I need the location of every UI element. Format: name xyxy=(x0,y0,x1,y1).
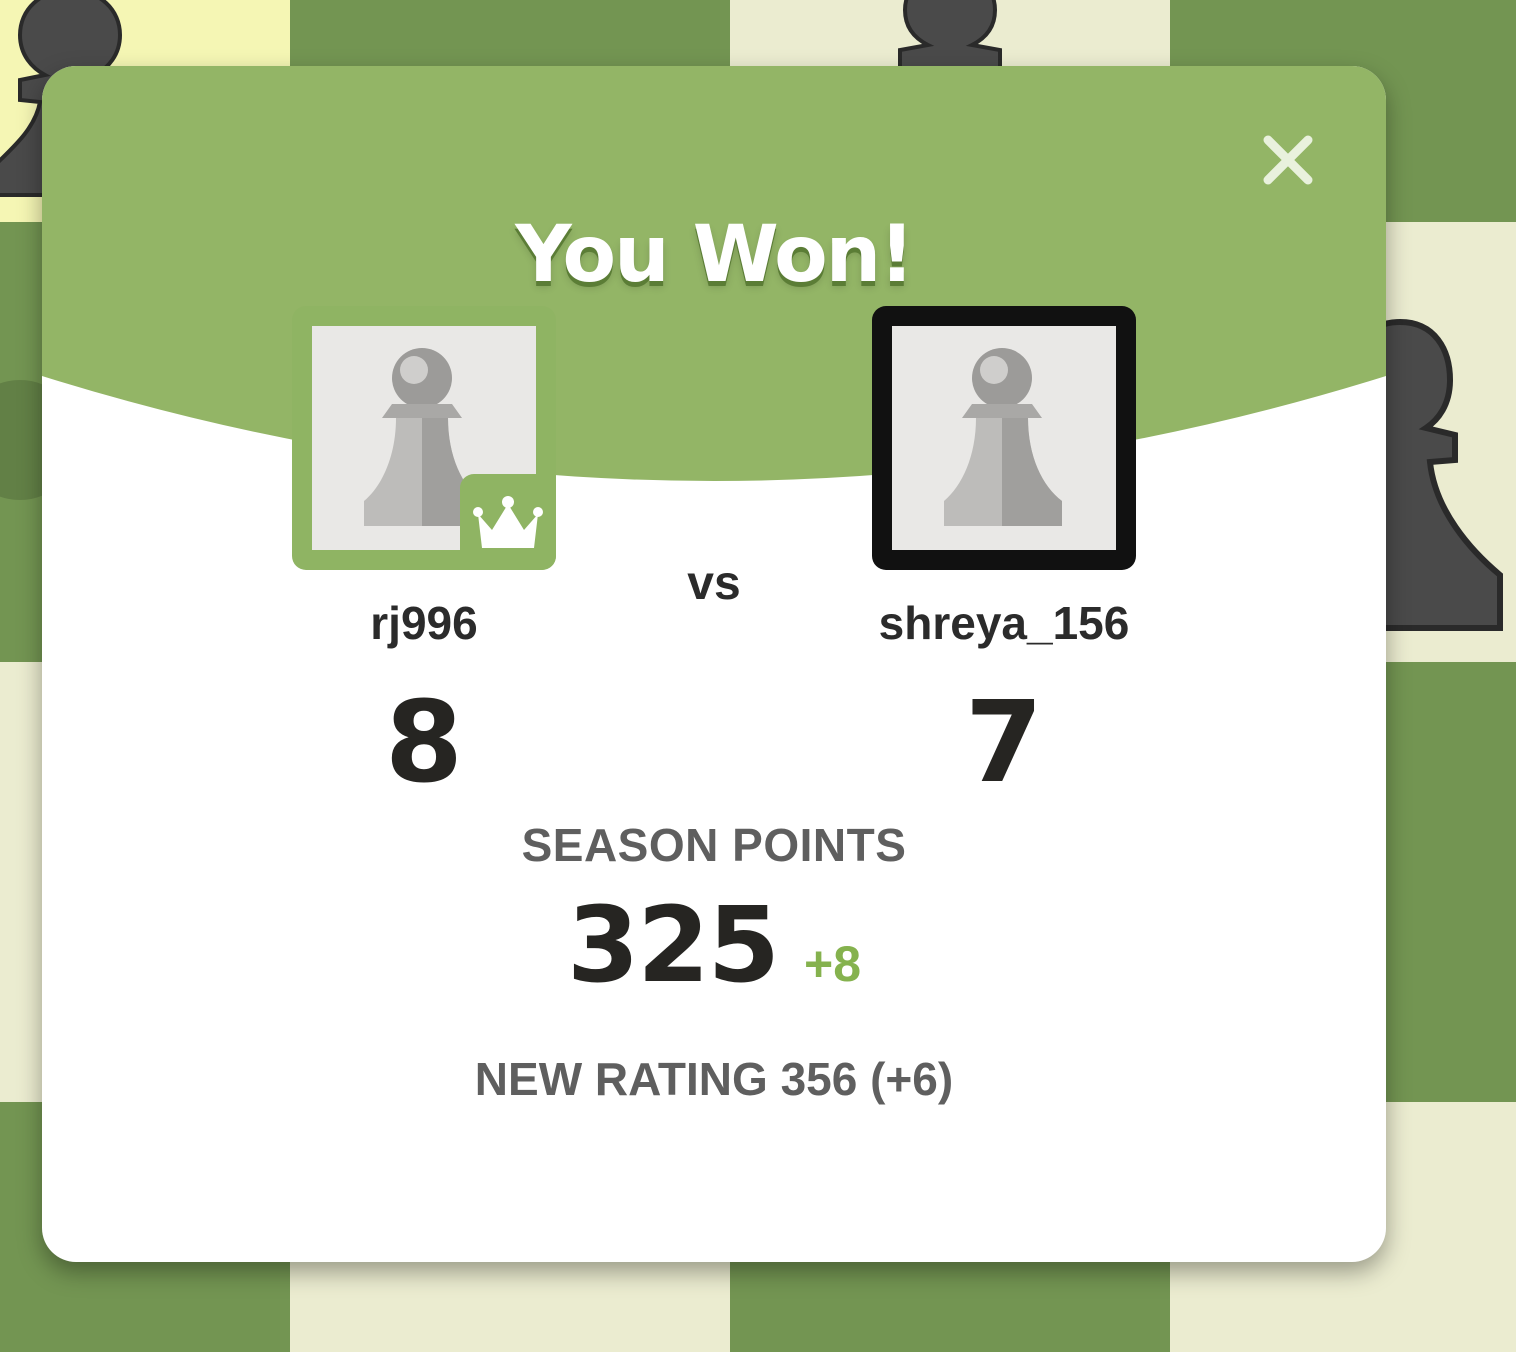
winner-score: 8 xyxy=(385,678,463,808)
season-points-row: 325 +8 xyxy=(42,884,1386,1006)
avatar-image xyxy=(892,326,1116,550)
game-result-dialog: You Won! vs rj996 shreya_156 8 7 SEASON … xyxy=(42,66,1386,1262)
new-rating-text: NEW RATING 356 (+6) xyxy=(474,1053,954,1105)
winner-badge xyxy=(460,474,556,570)
season-points-value: 325 xyxy=(566,884,780,1006)
close-button[interactable] xyxy=(1256,128,1320,192)
crown-icon xyxy=(473,496,543,548)
season-points-delta: +8 xyxy=(804,936,862,992)
opponent-username[interactable]: shreya_156 xyxy=(804,596,1204,650)
pawn-avatar-icon xyxy=(944,348,1062,526)
dialog-title: You Won! xyxy=(515,210,915,300)
black-pawn-icon xyxy=(898,0,1002,70)
season-points-label: SEASON POINTS xyxy=(521,819,907,871)
winner-avatar[interactable] xyxy=(292,306,556,570)
opponent-avatar[interactable] xyxy=(872,306,1136,570)
opponent-score: 7 xyxy=(965,678,1043,808)
winner-username[interactable]: rj996 xyxy=(224,596,624,650)
vs-label: vs xyxy=(687,557,741,610)
close-icon xyxy=(1263,135,1313,185)
